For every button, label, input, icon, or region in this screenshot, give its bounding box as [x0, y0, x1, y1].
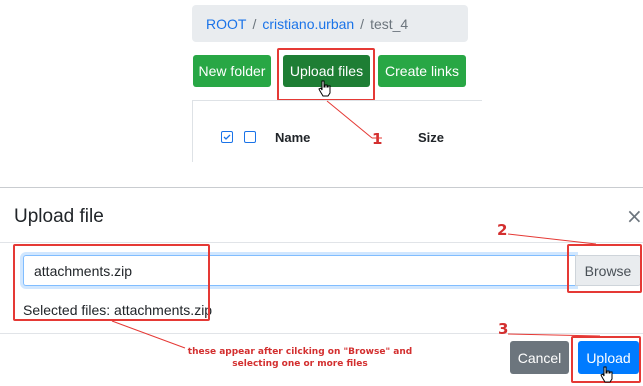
- breadcrumb-current-folder: test_4: [370, 15, 409, 32]
- new-folder-button[interactable]: New folder: [193, 55, 271, 87]
- file-table: Name Size: [192, 100, 482, 162]
- annotation-note: these appear after cilcking on "Browse" …: [180, 346, 420, 370]
- annotation-number-1: 1: [372, 130, 383, 148]
- breadcrumb-separator: /: [252, 15, 257, 32]
- modal-title: Upload file: [14, 206, 104, 227]
- close-icon[interactable]: ×: [626, 204, 643, 228]
- annotation-number-3: 3: [498, 320, 509, 338]
- annotation-number-2: 2: [497, 221, 508, 239]
- breadcrumb-separator: /: [360, 15, 365, 32]
- annotation-note-line1: these appear after cilcking on "Browse" …: [187, 347, 413, 357]
- column-header-size[interactable]: Size: [418, 130, 444, 145]
- check-icon: [223, 134, 231, 140]
- select-checkbox[interactable]: [221, 131, 233, 143]
- cancel-button[interactable]: Cancel: [510, 341, 569, 374]
- breadcrumb-root[interactable]: ROOT: [206, 16, 246, 32]
- annotation-note-line2: selecting one or more files: [232, 359, 368, 369]
- breadcrumb: ROOT / cristiano.urban / test_4: [192, 5, 468, 42]
- hand-cursor-icon: [600, 366, 613, 383]
- highlight-box-step2: [567, 244, 642, 293]
- highlight-box-selected-files: [13, 244, 210, 321]
- column-header-name[interactable]: Name: [275, 130, 310, 145]
- hand-cursor-icon: [318, 80, 331, 97]
- breadcrumb-user[interactable]: cristiano.urban: [262, 16, 354, 32]
- create-links-button[interactable]: Create links: [378, 55, 466, 87]
- modal-header-divider: [0, 242, 643, 243]
- modal-footer-divider: [0, 333, 643, 334]
- select-all-checkbox[interactable]: [244, 131, 256, 143]
